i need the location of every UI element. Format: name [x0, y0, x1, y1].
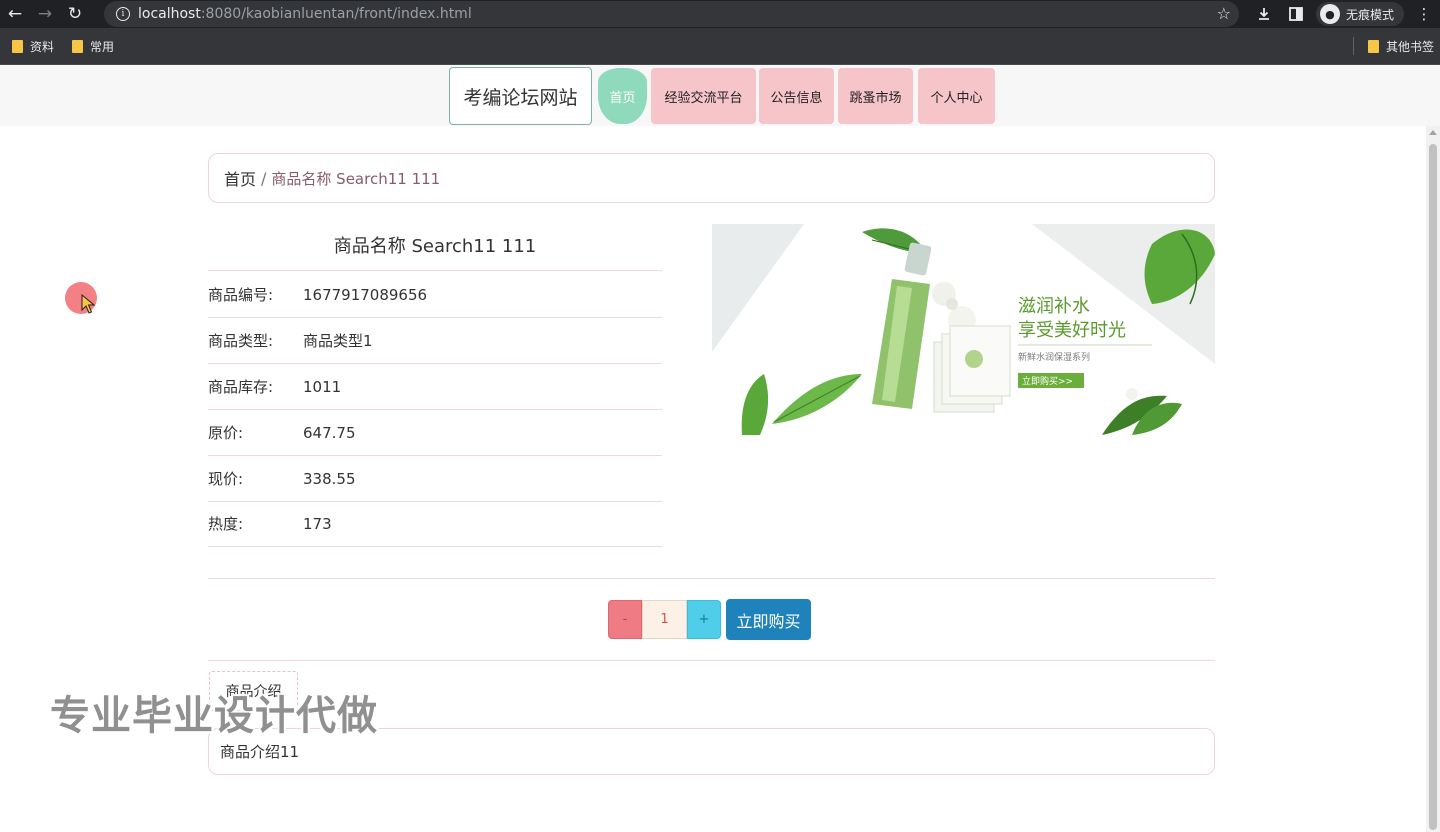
banner-subtitle: 新鲜水润保湿系列: [1018, 351, 1090, 363]
reload-icon[interactable]: ↻: [60, 0, 90, 28]
back-icon[interactable]: ←: [0, 0, 30, 28]
detail-label: 现价:: [208, 470, 244, 488]
address-bar[interactable]: i localhost:8080/kaobianluentan/front/in…: [104, 1, 1239, 27]
detail-value: 338.55: [303, 469, 356, 488]
banner-headline-2: 享受美好时光: [1018, 320, 1126, 341]
forward-icon[interactable]: →: [30, 0, 60, 28]
detail-value: 商品类型1: [303, 332, 373, 350]
detail-label: 热度:: [208, 515, 244, 533]
url-path: :8080/kaobianluentan/front/index.html: [200, 6, 472, 22]
quantity-plus-button[interactable]: +: [687, 600, 721, 639]
incognito-label: 无痕模式: [1345, 7, 1394, 22]
folder-icon: [72, 39, 84, 53]
breadcrumb-home[interactable]: 首页: [224, 166, 256, 190]
detail-label: 原价:: [208, 424, 244, 442]
banner-headline-1: 滋润补水: [1018, 296, 1090, 317]
detail-label: 商品类型:: [208, 332, 274, 350]
detail-value: 1011: [303, 377, 342, 396]
buy-now-button[interactable]: 立即购买: [726, 599, 811, 640]
detail-label: 商品库存:: [208, 378, 274, 396]
bookmark-divider: [1352, 37, 1354, 55]
mouse-cursor-icon: [81, 294, 95, 314]
folder-icon: [12, 39, 23, 53]
quantity-input[interactable]: 1: [642, 600, 687, 639]
nav-home[interactable]: 首页: [598, 68, 647, 124]
divider: [208, 660, 1215, 661]
detail-row-heat: 热度: 173: [208, 501, 662, 547]
nav-market[interactable]: 跳蚤市场: [838, 68, 913, 124]
goods-title: 商品名称 Search11 111: [208, 223, 662, 271]
banner-button: 立即购买>>: [1022, 375, 1073, 387]
bookmark-folder-2[interactable]: 常用: [72, 38, 114, 55]
bookmark-star-icon[interactable]: ☆: [1217, 4, 1231, 23]
site-brand[interactable]: 考编论坛网站: [449, 67, 592, 125]
product-image: 滋润补水 享受美好时光 新鲜水润保湿系列 立即购买>>: [712, 224, 1215, 435]
detail-value: 647.75: [303, 423, 356, 442]
detail-row-stock: 商品库存: 1011: [208, 364, 662, 410]
url-host: localhost: [138, 6, 201, 22]
detail-row-original-price: 原价: 647.75: [208, 410, 662, 456]
detail-row-type: 商品类型: 商品类型1: [208, 318, 662, 364]
detail-value: 1677917089656: [303, 285, 428, 304]
incognito-icon: ●: [1319, 4, 1340, 24]
nav-experience[interactable]: 经验交流平台: [651, 68, 756, 124]
watermark-text: 专业毕业设计代做: [50, 693, 378, 739]
menu-icon[interactable]: ⋮: [1408, 0, 1440, 28]
bookmarks-bar: 资料 常用 其他书签: [0, 28, 1440, 65]
side-panel-icon[interactable]: [1280, 0, 1312, 28]
incognito-indicator[interactable]: ● 无痕模式: [1315, 2, 1404, 26]
page-content: 考编论坛网站 首页 经验交流平台 公告信息 跳蚤市场 个人中心 首页 / 商品名…: [0, 65, 1440, 832]
site-navbar: 考编论坛网站 首页 经验交流平台 公告信息 跳蚤市场 个人中心: [0, 65, 1440, 126]
detail-value: 173: [303, 514, 332, 533]
detail-row-current-price: 现价: 338.55: [208, 456, 662, 502]
download-icon[interactable]: [1248, 0, 1280, 28]
nav-profile[interactable]: 个人中心: [918, 68, 995, 124]
quantity-minus-button[interactable]: -: [608, 600, 642, 639]
breadcrumb-separator: /: [261, 168, 267, 188]
breadcrumb: 首页 / 商品名称 Search11 111: [208, 153, 1215, 203]
nav-notice[interactable]: 公告信息: [759, 68, 834, 124]
detail-label: 商品编号:: [208, 286, 274, 304]
browser-toolbar: ← → ↻ i localhost:8080/kaobianluentan/fr…: [0, 0, 1440, 28]
folder-icon: [1367, 39, 1379, 53]
page-scrollbar[interactable]: [1426, 126, 1440, 832]
breadcrumb-current: 商品名称 Search11 111: [271, 169, 441, 188]
info-icon[interactable]: i: [116, 7, 130, 21]
other-bookmarks[interactable]: 其他书签: [1367, 38, 1434, 55]
scroll-up-arrow-icon[interactable]: [1429, 130, 1437, 135]
detail-row-id: 商品编号: 1677917089656: [208, 272, 662, 318]
divider: [208, 578, 1215, 579]
bookmark-folder-1[interactable]: 资料: [12, 38, 54, 55]
scroll-thumb[interactable]: [1429, 144, 1437, 830]
